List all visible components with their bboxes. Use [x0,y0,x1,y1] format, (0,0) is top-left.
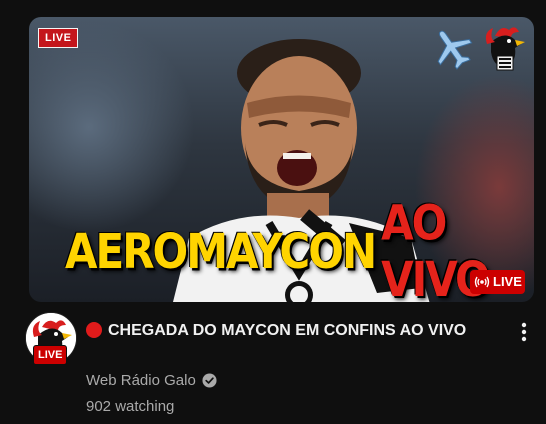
verified-check-icon [202,373,217,388]
live-badge: LIVE [470,270,525,294]
video-title[interactable]: CHEGADA DO MAYCON EM CONFINS AO VIVO [86,318,486,344]
broadcast-icon [474,276,490,288]
thumbnail-live-tag: LIVE [38,28,79,48]
channel-name[interactable]: Web Rádio Galo [86,372,217,389]
red-dot-icon [86,322,102,338]
avatar-live-badge: LIVE [33,345,68,365]
airplane-icon [437,30,473,70]
more-actions-button[interactable] [512,318,536,346]
video-title-text: CHEGADA DO MAYCON EM CONFINS AO VIVO [108,322,467,339]
channel-name-text: Web Rádio Galo [86,372,196,389]
rooster-logo [485,27,525,71]
video-thumbnail[interactable]: LIVE AEROMAYCON AO VIVO LIVE [29,17,534,302]
viewer-count: 902 watching [86,398,175,415]
thumbnail-headline: AEROMAYCON AO VIVO [65,195,534,302]
headline-yellow: AEROMAYCON [65,222,377,280]
more-vert-icon [521,322,527,342]
live-badge-label: LIVE [493,274,522,289]
